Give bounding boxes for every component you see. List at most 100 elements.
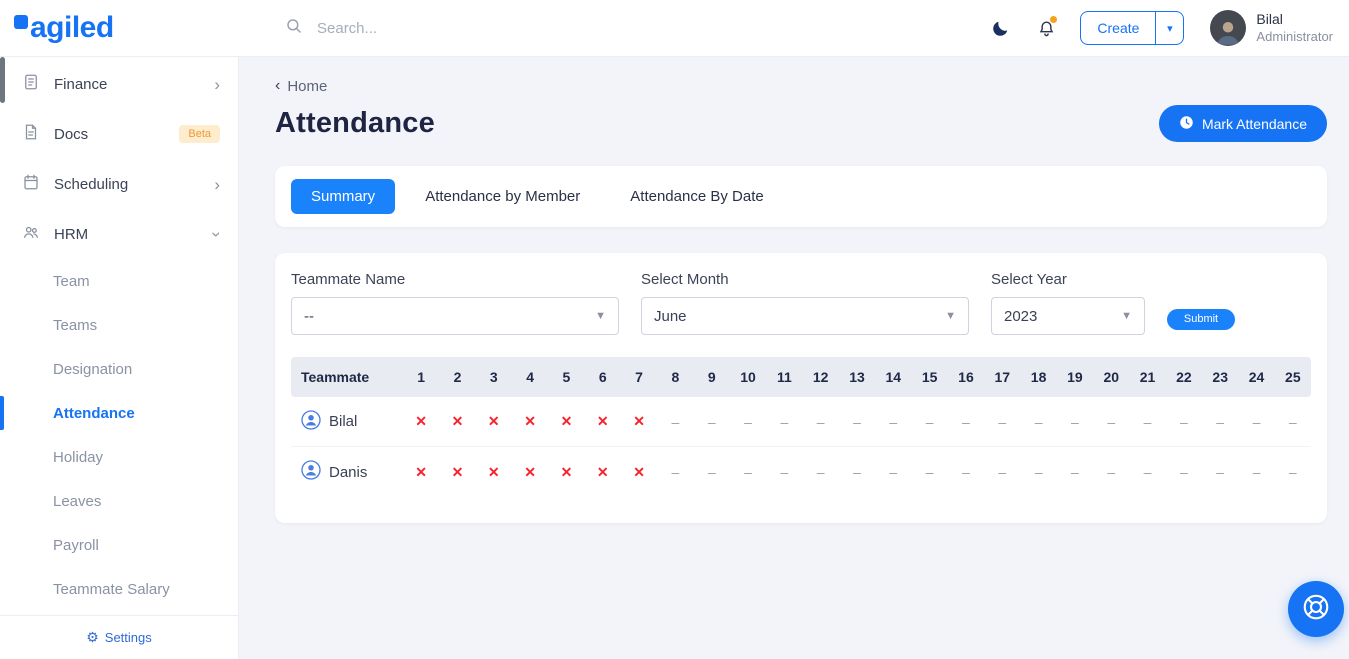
empty-mark: – — [889, 413, 898, 430]
month-select[interactable]: June ▼ — [641, 297, 969, 335]
filters-row: Teammate Name -- ▼ Select Month June ▼ S… — [291, 271, 1311, 335]
sidebar-item-teammate-salary[interactable]: Teammate Salary — [0, 567, 238, 611]
absent-mark: ✕ — [451, 463, 464, 480]
sidebar-item-hrm[interactable]: HRM › — [0, 209, 238, 259]
absent-mark: ✕ — [524, 413, 536, 429]
create-dropdown-toggle[interactable]: ▾ — [1155, 12, 1183, 44]
clock-icon — [1179, 115, 1194, 133]
hrm-icon — [22, 223, 40, 245]
month-select-value: June — [654, 307, 687, 325]
tab-summary[interactable]: Summary — [291, 179, 396, 214]
main-content: ‹ Home Attendance Mark Attendance Summar… — [239, 57, 1349, 659]
empty-mark: – — [1179, 464, 1188, 480]
empty-mark: – — [1252, 413, 1261, 430]
attendance-header-row: Teammate 1 2 3 4 5 6 7 8 9 10 11 12 13 14 15 16 17 18 19 20… — [291, 357, 1311, 397]
logo-text: agiled — [30, 11, 114, 44]
sidebar-item-payroll[interactable]: Payroll — [0, 523, 238, 567]
empty-mark: – — [1107, 464, 1116, 480]
avatar — [1210, 10, 1247, 46]
sidebar-item-teams[interactable]: Teams — [0, 303, 238, 347]
empty-mark: – — [671, 413, 680, 430]
table-row: Bilal ✕ ✕ ✕ ✕ ✕ ✕ ✕ – – – – – – – – – – – – – – – – – – — [291, 397, 1311, 447]
day-header: 15 — [921, 369, 938, 385]
sidebar-item-finance[interactable]: Finance › — [0, 59, 238, 109]
empty-mark: – — [1252, 464, 1261, 480]
topbar-actions: Create ▾ Bilal Administrator — [988, 10, 1349, 46]
lifebuoy-icon — [1301, 592, 1331, 627]
empty-mark: – — [1288, 464, 1297, 480]
logo[interactable]: agiled — [0, 11, 239, 45]
finance-icon — [22, 73, 40, 95]
empty-mark: – — [780, 464, 789, 480]
chevron-down-icon: ▼ — [595, 310, 606, 322]
empty-mark: – — [1179, 413, 1188, 430]
beta-badge: Beta — [179, 125, 220, 143]
sidebar-scrollbar[interactable] — [0, 57, 5, 103]
sidebar-item-scheduling[interactable]: Scheduling › — [0, 159, 238, 209]
sidebar-item-attendance[interactable]: Attendance — [0, 391, 238, 435]
settings-label: Settings — [104, 630, 152, 645]
empty-mark: – — [744, 464, 752, 480]
notifications-bell-icon[interactable] — [1034, 16, 1058, 40]
chevron-down-icon: ▼ — [1121, 310, 1132, 322]
empty-mark: – — [889, 464, 898, 480]
mark-attendance-button[interactable]: Mark Attendance — [1158, 105, 1327, 142]
search-input[interactable] — [317, 19, 617, 37]
absent-mark: ✕ — [596, 463, 609, 480]
sidebar-item-holiday[interactable]: Holiday — [0, 435, 238, 479]
sidebar-subitem-label: Holiday — [53, 448, 104, 466]
create-button[interactable]: Create — [1081, 12, 1155, 44]
teammate-cell: Bilal — [291, 409, 403, 434]
day-header: 5 — [562, 369, 571, 385]
empty-mark: – — [962, 464, 970, 480]
absent-mark: ✕ — [451, 413, 464, 429]
sidebar-item-label: Docs — [54, 125, 89, 143]
settings-link[interactable]: ⚙ Settings — [0, 615, 238, 659]
absent-mark: ✕ — [415, 413, 428, 429]
sidebar-item-team[interactable]: Team — [0, 259, 238, 303]
sidebar-subitem-label: Attendance — [53, 404, 135, 422]
search-icon — [285, 17, 303, 40]
empty-mark: – — [998, 413, 1007, 430]
year-select[interactable]: 2023 ▼ — [991, 297, 1145, 335]
tab-attendance-by-date[interactable]: Attendance By Date — [610, 179, 783, 214]
empty-mark: – — [816, 464, 825, 480]
sidebar-item-designation[interactable]: Designation — [0, 347, 238, 391]
topbar: agiled Create ▾ Bilal Administrator — [0, 0, 1349, 57]
chevron-right-icon: › — [214, 74, 220, 94]
absent-mark: ✕ — [596, 413, 609, 429]
day-header: 24 — [1248, 369, 1265, 385]
day-header: 16 — [958, 369, 974, 385]
empty-mark: – — [780, 413, 789, 430]
absent-mark: ✕ — [487, 413, 500, 429]
sidebar-item-docs[interactable]: Docs Beta — [0, 109, 238, 159]
day-header: 19 — [1067, 369, 1083, 385]
sidebar-item-leaves[interactable]: Leaves — [0, 479, 238, 523]
gear-icon: ⚙ — [86, 629, 99, 645]
empty-mark: – — [1107, 413, 1116, 430]
teammate-name: Danis — [329, 463, 368, 481]
sidebar-subitem-label: Teammate Salary — [53, 580, 170, 598]
dark-mode-icon[interactable] — [988, 16, 1012, 40]
breadcrumb-home[interactable]: Home — [287, 78, 327, 95]
user-menu[interactable]: Bilal Administrator — [1210, 10, 1333, 46]
submit-button[interactable]: Submit — [1167, 309, 1235, 330]
sidebar-subitem-label: Leaves — [53, 492, 102, 510]
day-header: 7 — [635, 369, 643, 385]
absent-mark: ✕ — [487, 463, 500, 480]
day-header: 18 — [1030, 369, 1047, 385]
help-button[interactable] — [1288, 581, 1344, 637]
day-header: 3 — [489, 369, 498, 385]
sidebar-item-label: Finance — [54, 75, 108, 93]
day-header: 11 — [776, 369, 792, 385]
empty-mark: – — [1143, 413, 1152, 430]
tab-attendance-by-member[interactable]: Attendance by Member — [405, 179, 600, 214]
create-button-group: Create ▾ — [1080, 11, 1185, 45]
teammate-select[interactable]: -- ▼ — [291, 297, 619, 335]
day-header: 25 — [1285, 369, 1301, 385]
empty-mark: – — [707, 464, 716, 480]
global-search — [239, 17, 988, 40]
mark-attendance-label: Mark Attendance — [1201, 115, 1307, 132]
breadcrumb[interactable]: ‹ Home — [275, 77, 1327, 95]
empty-mark: – — [744, 413, 752, 430]
